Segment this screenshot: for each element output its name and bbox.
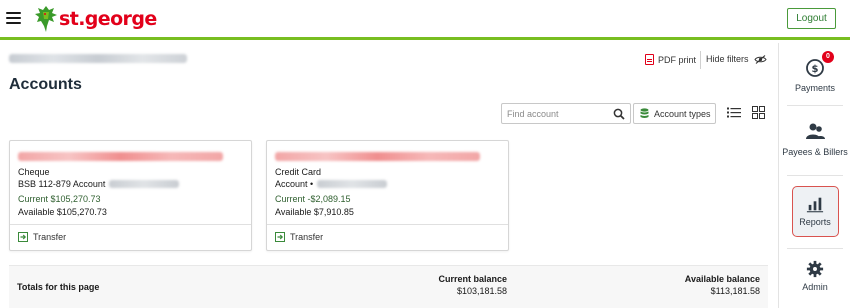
sidebar-divider [787, 105, 843, 106]
search-icon[interactable] [613, 108, 625, 120]
account-types-label: Account types [654, 108, 711, 119]
totals-label: Totals for this page [17, 282, 100, 292]
sidebar-divider [787, 248, 843, 249]
sidebar-item-payments[interactable]: $ 0 Payments [779, 51, 850, 93]
available-balance-header: Available balance [684, 274, 760, 284]
people-icon [806, 123, 825, 139]
sidebar-item-payees[interactable]: Payees & Billers [779, 121, 850, 157]
top-header: st.george Logout [0, 0, 850, 40]
toolbar-divider [700, 51, 701, 69]
menu-icon[interactable] [6, 12, 21, 24]
payments-badge: 0 [822, 51, 834, 63]
available-balance-total: $113,181.58 [710, 286, 760, 296]
payments-label: Payments [794, 83, 836, 93]
account-number-redacted [109, 180, 180, 188]
hide-filters-label: Hide filters [706, 54, 749, 64]
account-number: BSB 112-879 Account [18, 179, 180, 189]
transfer-link[interactable]: Transfer [18, 232, 66, 242]
svg-text:$: $ [812, 64, 819, 75]
account-number-redacted [317, 180, 388, 188]
transfer-link[interactable]: Transfer [275, 232, 323, 242]
account-number-prefix: Account • [275, 179, 314, 189]
transfer-label: Transfer [33, 232, 67, 242]
find-account-field [501, 103, 631, 124]
transfer-label: Transfer [290, 232, 324, 242]
sidebar-divider [787, 175, 843, 176]
available-balance: Available $105,270.73 [18, 207, 107, 217]
account-card-cheque[interactable]: Cheque BSB 112-879 Account Current $105,… [9, 140, 252, 251]
right-sidebar: $ 0 Payments Payees & Billers Reports Ad… [778, 43, 850, 308]
account-type: Credit Card [275, 167, 322, 177]
account-name-redacted [18, 152, 223, 161]
dragon-icon [35, 6, 57, 32]
pdf-icon [645, 54, 654, 65]
reports-label: Reports [799, 217, 831, 227]
list-view-icon[interactable] [727, 107, 741, 118]
current-balance-header: Current balance [438, 274, 507, 284]
totals-row: Totals for this page Current balance $10… [9, 265, 768, 308]
database-icon [640, 108, 649, 118]
card-divider [10, 224, 251, 225]
brand-name: st.george [59, 8, 157, 30]
transfer-icon [275, 232, 285, 242]
find-account-input[interactable] [507, 106, 607, 121]
account-name-redacted [275, 152, 480, 161]
account-type: Cheque [18, 167, 50, 177]
admin-label: Admin [802, 282, 828, 292]
main-content: Accounts PDF print Hide filters Account … [0, 43, 778, 308]
account-number: Account • [275, 179, 388, 189]
transfer-icon [18, 232, 28, 242]
brand-logo[interactable]: st.george [34, 4, 157, 34]
payees-label: Payees & Billers [782, 147, 848, 157]
pdf-print-link[interactable]: PDF print [645, 54, 696, 65]
card-divider [267, 224, 508, 225]
sidebar-item-admin[interactable]: Admin [779, 260, 850, 292]
grid-view-icon[interactable] [752, 106, 765, 119]
account-number-prefix: BSB 112-879 Account [18, 179, 106, 189]
available-balance: Available $7,910.85 [275, 207, 354, 217]
current-balance: Current $105,270.73 [18, 194, 101, 204]
account-card-credit[interactable]: Credit Card Account • Current -$2,089.15… [266, 140, 509, 251]
pdf-print-label: PDF print [658, 54, 697, 65]
page-title: Accounts [9, 76, 82, 93]
eye-slash-icon [753, 54, 767, 64]
bar-chart-icon [806, 197, 824, 213]
current-balance: Current -$2,089.15 [275, 194, 351, 204]
hide-filters-toggle[interactable]: Hide filters [706, 54, 767, 64]
account-types-button[interactable]: Account types [633, 103, 716, 124]
sidebar-item-reports[interactable]: Reports [779, 195, 850, 227]
logout-button[interactable]: Logout [787, 8, 836, 29]
current-balance-total: $103,181.58 [456, 286, 507, 296]
company-name-redacted [9, 54, 187, 63]
gear-icon [806, 260, 824, 278]
